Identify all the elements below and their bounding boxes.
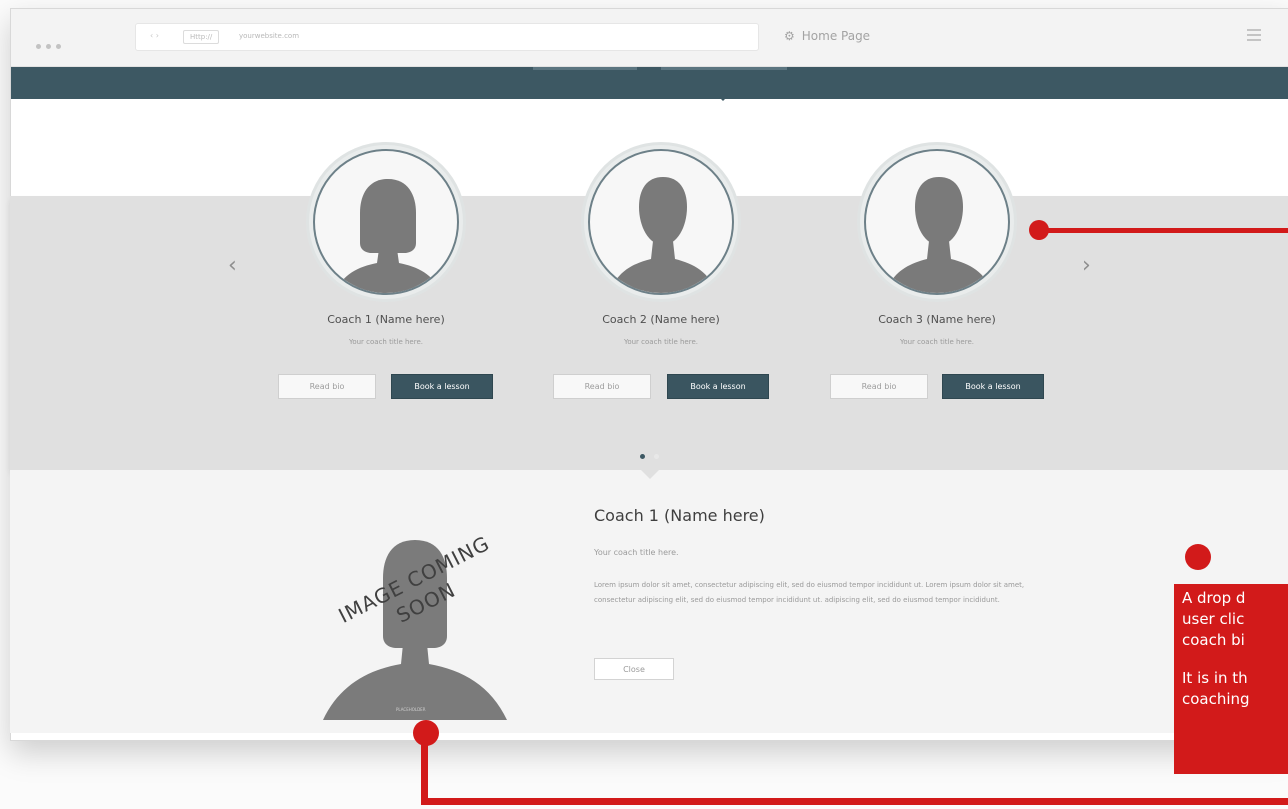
coach-title: Your coach title here.	[348, 338, 423, 346]
detail-bio-text: Lorem ipsum dolor sit amet, consectetur …	[594, 581, 1025, 604]
detail-coach-name: Coach 1 (Name here)	[594, 506, 765, 525]
coach-name: Coach 3 (Name here)	[878, 313, 996, 326]
annotation-line: It is in th coaching	[1182, 668, 1288, 710]
read-bio-button[interactable]: Read bio	[278, 374, 376, 399]
image-caption: PLACEHOLDER	[396, 707, 426, 712]
window-control-dot[interactable]	[36, 44, 41, 49]
carousel-prev-arrow-icon[interactable]: ‹	[228, 253, 237, 278]
protocol-badge: Http://	[183, 30, 220, 44]
female-avatar-icon	[313, 149, 459, 295]
annotation-line: A drop d user clic coach bi	[1182, 588, 1288, 651]
annotation-connector-line	[1046, 228, 1288, 233]
nav-tab-highlight[interactable]	[661, 67, 787, 70]
page-title: ⚙ Home Page	[784, 29, 870, 43]
browser-toolbar: ‹ › Http:// yourwebsite.com ⚙ Home Page	[11, 9, 1288, 67]
close-bio-button[interactable]: Close	[594, 658, 674, 680]
annotation-connector-line	[421, 798, 1288, 805]
read-bio-button[interactable]: Read bio	[553, 374, 651, 399]
coach-avatar[interactable]	[584, 145, 738, 299]
url-text[interactable]: yourwebsite.com	[239, 32, 299, 40]
pagination-dot[interactable]	[654, 454, 659, 459]
annotation-text: A drop d	[1182, 589, 1246, 607]
annotation-connector-line	[421, 733, 428, 805]
annotation-text: user clic	[1182, 610, 1245, 628]
annotation-text: coaching	[1182, 690, 1250, 708]
annotation-marker-dot	[1029, 220, 1049, 240]
book-lesson-button[interactable]: Book a lesson	[942, 374, 1044, 399]
coach-avatar[interactable]	[309, 145, 463, 299]
pagination-dot-active[interactable]	[640, 454, 645, 459]
carousel-pagination	[640, 444, 668, 463]
coach-name: Coach 2 (Name here)	[602, 313, 720, 326]
window-control-dot[interactable]	[56, 44, 61, 49]
book-lesson-button[interactable]: Book a lesson	[391, 374, 493, 399]
read-bio-button[interactable]: Read bio	[830, 374, 928, 399]
annotation-note-box: A drop d user clic coach bi It is in th coa…	[1174, 584, 1288, 774]
coach-title: Your coach title here.	[623, 338, 698, 346]
wireframe-canvas: ‹ › Http:// yourwebsite.com ⚙ Home Page ‹…	[0, 0, 1288, 809]
hamburger-menu-icon[interactable]	[1247, 29, 1261, 41]
carousel-next-arrow-icon[interactable]: ›	[1082, 253, 1091, 278]
coach-avatar[interactable]	[860, 145, 1014, 299]
annotation-marker-dot	[1185, 544, 1211, 570]
annotation-text: It is in th	[1182, 669, 1248, 687]
male-avatar-icon	[588, 149, 734, 295]
book-lesson-button[interactable]: Book a lesson	[667, 374, 769, 399]
annotation-text: coach bi	[1182, 631, 1245, 649]
detail-coach-title: Your coach title here.	[594, 548, 679, 557]
window-controls	[36, 34, 86, 49]
coach-title: Your coach title here.	[899, 338, 974, 346]
settings-gear-icon[interactable]: ⚙	[784, 29, 795, 43]
nav-tab-highlight[interactable]	[533, 67, 637, 70]
window-control-dot[interactable]	[46, 44, 51, 49]
dropdown-pointer-icon	[641, 470, 659, 479]
site-nav-bar	[11, 67, 1288, 101]
male-avatar-icon	[864, 149, 1010, 295]
coach-name: Coach 1 (Name here)	[327, 313, 445, 326]
nav-caret-icon	[719, 97, 727, 101]
back-forward-icon[interactable]: ‹ ›	[150, 31, 159, 40]
address-bar[interactable]: ‹ › Http:// yourwebsite.com	[135, 23, 759, 51]
page-title-text: Home Page	[801, 29, 871, 43]
